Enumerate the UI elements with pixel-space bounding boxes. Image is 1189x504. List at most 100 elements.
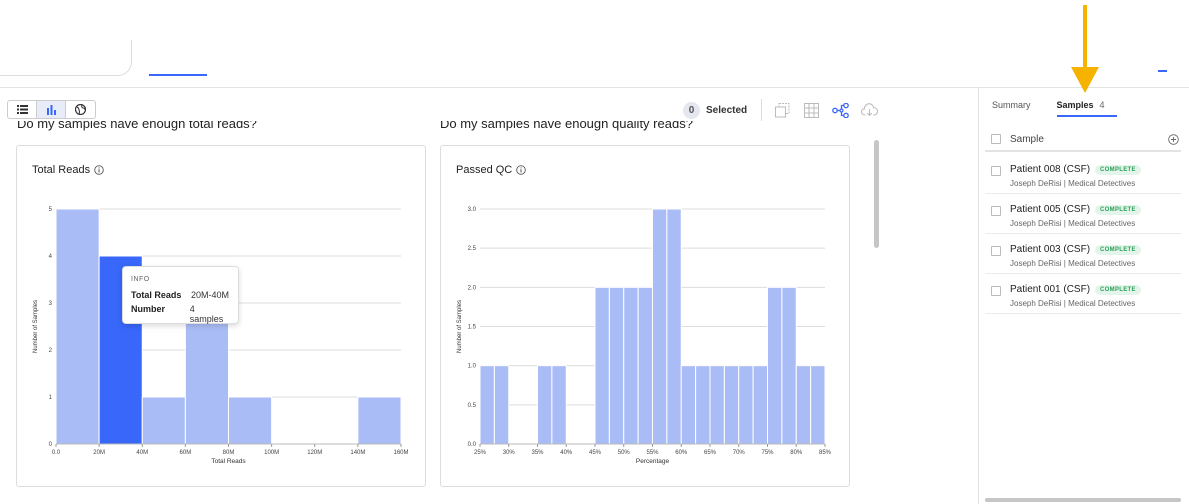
x-tick-label: 160M — [393, 450, 408, 456]
sidebar-scrollbar[interactable] — [985, 498, 1181, 502]
histogram-bar[interactable] — [752, 365, 768, 445]
histogram-bar[interactable] — [537, 365, 553, 445]
histogram-bar[interactable] — [795, 365, 812, 445]
info-icon[interactable] — [94, 165, 104, 175]
sample-name[interactable]: Patient 001 (CSF) — [1010, 284, 1090, 295]
sample-meta: Joseph DeRisi | Medical Detectives — [1010, 299, 1136, 308]
histogram-bar[interactable] — [594, 286, 610, 445]
x-tick-label: 75% — [761, 450, 774, 456]
x-tick-label: 85% — [819, 450, 832, 456]
y-tick-label: 0.5 — [468, 403, 477, 409]
selection-toolbar: 0 Selected — [683, 99, 890, 121]
sample-name[interactable]: Patient 008 (CSF) — [1010, 164, 1090, 175]
tooltip-key: Total Reads — [131, 290, 182, 300]
histogram-bar[interactable] — [695, 365, 711, 445]
x-tick-label: 0.0 — [52, 450, 61, 456]
sample-row[interactable]: Patient 008 (CSF) COMPLETE Joseph DeRisi |… — [985, 154, 1181, 194]
histogram-bar[interactable] — [652, 208, 668, 445]
histogram-bar[interactable] — [738, 365, 754, 445]
x-tick-label: 40% — [560, 450, 573, 456]
sample-list: Patient 008 (CSF) COMPLETE Joseph DeRisi |… — [985, 154, 1181, 314]
histogram-bar[interactable] — [551, 365, 567, 445]
phylo-tree-button[interactable] — [832, 102, 849, 119]
histogram-bar[interactable] — [493, 365, 510, 445]
passed-qc-heading: Do my samples have enough quality reads? — [440, 121, 693, 131]
histogram-bar[interactable] — [228, 396, 273, 445]
heatmap-button[interactable] — [803, 102, 820, 119]
sample-row[interactable]: Patient 003 (CSF) COMPLETE Joseph DeRisi |… — [985, 234, 1181, 274]
histogram-bar[interactable] — [479, 365, 495, 445]
tab-samples[interactable]: Samples 4 — [1056, 100, 1117, 117]
list-view-button[interactable] — [8, 101, 37, 118]
download-button[interactable] — [861, 102, 879, 119]
select-all-checkbox[interactable] — [991, 134, 1001, 144]
bar-chart-icon — [47, 104, 56, 115]
passed-qc-chart: 0.0 0.5 1.0 1.5 2.0 2.5 3.0 25% 30% 35% 40% 45% 50% 5… — [457, 207, 832, 465]
y-tick-label: 4 — [49, 254, 53, 260]
histogram-bar[interactable] — [55, 208, 100, 445]
sample-name[interactable]: Patient 005 (CSF) — [1010, 204, 1090, 215]
copy-button[interactable] — [774, 102, 791, 119]
sample-name-line: Patient 001 (CSF) COMPLETE — [1010, 284, 1141, 295]
y-tick-label: 1 — [49, 395, 53, 401]
y-tick-label: 5 — [49, 207, 53, 213]
sample-row[interactable]: Patient 005 (CSF) COMPLETE Joseph DeRisi |… — [985, 194, 1181, 234]
total-reads-title: Total Reads — [32, 164, 104, 176]
sample-meta: Joseph DeRisi | Medical Detectives — [1010, 179, 1136, 188]
x-tick-label: 70% — [733, 450, 746, 456]
tooltip-value: 20M-40M — [191, 290, 230, 300]
sample-checkbox[interactable] — [991, 246, 1001, 256]
x-tick-label: 40M — [136, 450, 148, 456]
main-scrollbar[interactable] — [874, 140, 879, 248]
x-tick-label: 140M — [350, 450, 365, 456]
histogram-bar[interactable] — [141, 396, 186, 445]
menu-icon[interactable] — [1158, 70, 1167, 72]
histogram-bar[interactable] — [709, 365, 725, 445]
sample-name[interactable]: Patient 003 (CSF) — [1010, 244, 1090, 255]
passed-qc-title: Passed QC — [456, 164, 527, 176]
sample-checkbox[interactable] — [991, 166, 1001, 176]
chart-view-button[interactable] — [37, 101, 66, 118]
tab-samples-label: Samples — [1056, 100, 1094, 110]
info-icon[interactable] — [516, 165, 527, 175]
histogram-bar[interactable] — [680, 365, 697, 445]
status-badge: COMPLETE — [1095, 284, 1141, 295]
y-tick-label: 3 — [49, 301, 53, 307]
histogram-bar[interactable] — [781, 286, 797, 445]
sample-name-line: Patient 003 (CSF) COMPLETE — [1010, 244, 1141, 255]
map-view-button[interactable] — [66, 101, 95, 118]
histogram-bar[interactable] — [666, 208, 682, 445]
tab-summary[interactable]: Summary — [992, 100, 1031, 110]
top-header — [0, 0, 1189, 93]
histogram-bar[interactable] — [357, 396, 402, 445]
histogram-bar[interactable] — [637, 286, 653, 445]
selected-count-badge: 0 — [683, 101, 700, 119]
histogram-bar[interactable] — [623, 286, 639, 445]
toolbar-divider — [761, 99, 763, 121]
sample-meta: Joseph DeRisi | Medical Detectives — [1010, 259, 1136, 268]
tooltip-row: Number 4 samples — [131, 304, 230, 324]
histogram-bar[interactable] — [184, 302, 229, 445]
histogram-bar[interactable] — [723, 365, 740, 445]
tab-samples-count: 4 — [1099, 100, 1105, 110]
add-column-icon[interactable] — [1168, 133, 1179, 145]
histogram-bar[interactable] — [810, 365, 826, 445]
x-tick-label: 80% — [790, 450, 803, 456]
x-tick-label: 55% — [646, 450, 659, 456]
passed-qc-title-text: Passed QC — [456, 164, 513, 176]
tooltip-row: Total Reads 20M-40M — [131, 290, 230, 300]
sample-checkbox[interactable] — [991, 206, 1001, 216]
histogram-bar[interactable] — [767, 286, 783, 445]
globe-icon — [75, 104, 86, 115]
sample-checkbox[interactable] — [991, 286, 1001, 296]
x-axis-label: Percentage — [636, 458, 670, 465]
y-tick-label: 1.5 — [468, 325, 477, 331]
heatmap-icon — [804, 102, 820, 118]
list-icon — [16, 105, 28, 114]
sample-row[interactable]: Patient 001 (CSF) COMPLETE Joseph DeRisi |… — [985, 274, 1181, 314]
x-tick-label: 120M — [307, 450, 322, 456]
sample-info: Patient 003 (CSF) COMPLETE Joseph DeRisi |… — [1010, 244, 1141, 268]
total-reads-heading: Do my samples have enough total reads? — [17, 121, 257, 131]
histogram-bar[interactable] — [608, 286, 625, 445]
x-tick-label: 35% — [531, 450, 544, 456]
